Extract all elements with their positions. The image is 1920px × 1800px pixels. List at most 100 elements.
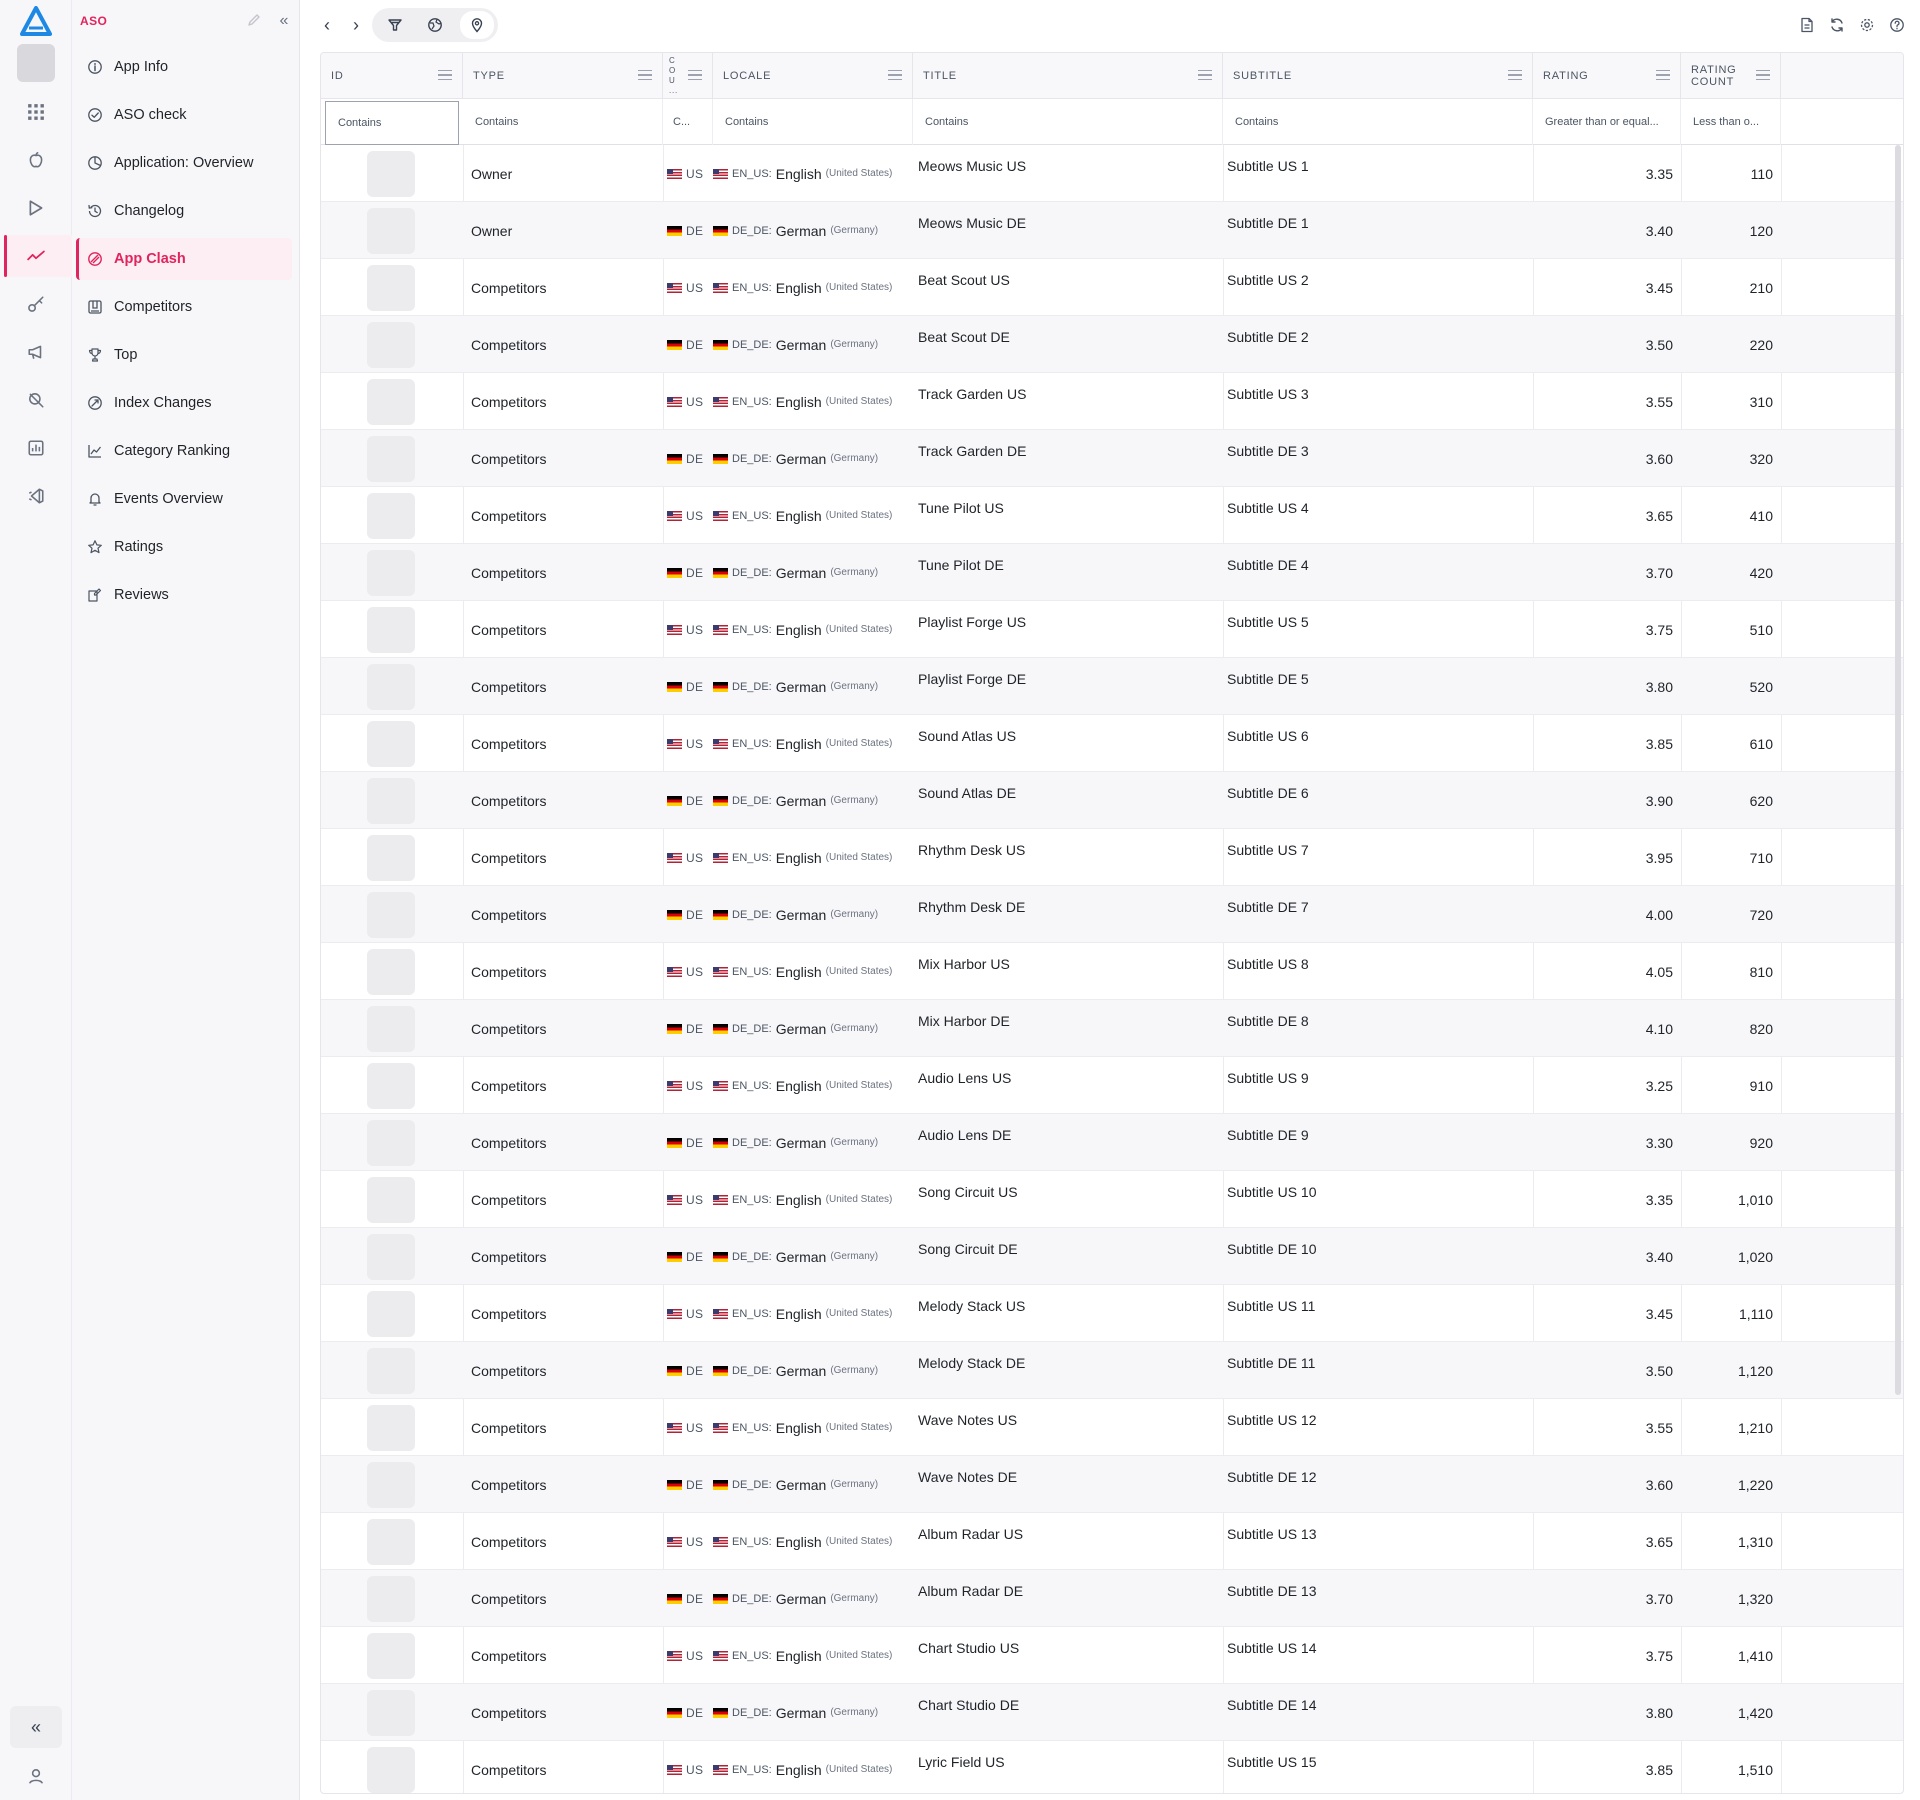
app-title: Chart Studio DE	[918, 1697, 1020, 1713]
vscode-icon[interactable]	[22, 482, 50, 510]
table-row[interactable]: Competitors DE DE_DE: German (Germany) Tra…	[321, 430, 1903, 487]
cell-locale: DE_DE: German (Germany)	[713, 1456, 923, 1513]
column-menu-icon[interactable]	[1656, 70, 1670, 80]
brand-logo-icon[interactable]	[20, 6, 52, 36]
table-row[interactable]: Competitors DE DE_DE: German (Germany) Cha…	[321, 1684, 1903, 1741]
filter-input-locale[interactable]: Contains	[713, 99, 913, 145]
nav-item-top[interactable]: Top	[76, 334, 292, 376]
cell-rating: 3.45	[1533, 259, 1681, 316]
table-row[interactable]: Competitors US EN_US: English (United Stat…	[321, 487, 1903, 544]
settings-button[interactable]	[1856, 14, 1878, 36]
search-analytics-icon[interactable]	[22, 386, 50, 414]
location-button[interactable]	[460, 11, 494, 39]
table-row[interactable]: Competitors DE DE_DE: German (Germany) Tun…	[321, 544, 1903, 601]
table-row[interactable]: Owner DE DE_DE: German (Germany) Meows Mus…	[321, 202, 1903, 259]
nav-item-category-ranking[interactable]: Category Ranking	[76, 430, 292, 472]
nav-item-changelog[interactable]: Changelog	[76, 190, 292, 232]
table-row[interactable]: Competitors DE DE_DE: German (Germany) Aud…	[321, 1114, 1903, 1171]
cell-id	[321, 145, 463, 202]
table-row[interactable]: Competitors US EN_US: English (United Stat…	[321, 1741, 1903, 1793]
table-row[interactable]: Owner US EN_US: English (United States) Me…	[321, 145, 1903, 202]
table-row[interactable]: Competitors US EN_US: English (United Stat…	[321, 1399, 1903, 1456]
column-menu-icon[interactable]	[638, 70, 652, 80]
table-row[interactable]: Competitors US EN_US: English (United Stat…	[321, 943, 1903, 1000]
table-row[interactable]: Competitors US EN_US: English (United Stat…	[321, 1627, 1903, 1684]
megaphone-icon[interactable]	[22, 338, 50, 366]
column-header-country[interactable]: C O U ...	[663, 53, 713, 99]
table-row[interactable]: Competitors DE DE_DE: German (Germany) Rhy…	[321, 886, 1903, 943]
filter-input-rating-count[interactable]: Less than o...	[1681, 99, 1781, 145]
column-header-title[interactable]: TITLE	[913, 53, 1223, 99]
export-button[interactable]	[1796, 14, 1818, 36]
table-row[interactable]: Competitors US EN_US: English (United Stat…	[321, 1513, 1903, 1570]
google-play-icon[interactable]	[22, 194, 50, 222]
nav-item-events-overview[interactable]: Events Overview	[76, 478, 292, 520]
nav-item-app-clash[interactable]: App Clash	[76, 238, 292, 280]
user-account-icon[interactable]	[22, 1762, 50, 1790]
cell-rating: 3.70	[1533, 1570, 1681, 1627]
table-row[interactable]: Competitors DE DE_DE: German (Germany) Mix…	[321, 1000, 1903, 1057]
table-row[interactable]: Competitors US EN_US: English (United Stat…	[321, 1171, 1903, 1228]
globe-button[interactable]	[422, 12, 448, 38]
flag-icon	[667, 567, 682, 578]
column-menu-icon[interactable]	[688, 70, 702, 80]
table-row[interactable]: Competitors US EN_US: English (United Stat…	[321, 715, 1903, 772]
collapse-rail-button[interactable]: «	[10, 1706, 62, 1748]
aso-trend-icon[interactable]	[22, 242, 50, 270]
table-row[interactable]: Competitors US EN_US: English (United Stat…	[321, 259, 1903, 316]
column-header-type[interactable]: TYPE	[463, 53, 663, 99]
table-row[interactable]: Competitors US EN_US: English (United Stat…	[321, 829, 1903, 886]
app-avatar[interactable]	[17, 44, 55, 82]
nav-item-app-info[interactable]: App Info	[76, 46, 292, 88]
back-button[interactable]: ‹	[314, 12, 340, 38]
nav-item-ratings[interactable]: Ratings	[76, 526, 292, 568]
table-row[interactable]: Competitors US EN_US: English (United Stat…	[321, 1285, 1903, 1342]
key-icon[interactable]	[22, 290, 50, 318]
filter-input-type[interactable]: Contains	[463, 99, 663, 145]
refresh-button[interactable]	[1826, 14, 1848, 36]
report-chart-icon[interactable]	[22, 434, 50, 462]
help-button[interactable]	[1886, 14, 1908, 36]
table-row[interactable]: Competitors DE DE_DE: German (Germany) Mel…	[321, 1342, 1903, 1399]
filter-button[interactable]	[382, 12, 408, 38]
nav-item-index-changes[interactable]: Index Changes	[76, 382, 292, 424]
filter-input-subtitle[interactable]: Contains	[1223, 99, 1533, 145]
nav-item-aso-check[interactable]: ASO check	[76, 94, 292, 136]
table-row[interactable]: Competitors DE DE_DE: German (Germany) Son…	[321, 1228, 1903, 1285]
column-header-id[interactable]: ID	[321, 53, 463, 99]
filter-input-country[interactable]: C...	[663, 99, 713, 145]
vertical-scrollbar[interactable]	[1895, 145, 1901, 1395]
collapse-nav-icon[interactable]: «	[274, 11, 294, 31]
filter-input-title[interactable]: Contains	[913, 99, 1223, 145]
table-row[interactable]: Competitors DE DE_DE: German (Germany) Wav…	[321, 1456, 1903, 1513]
apps-grid-icon[interactable]	[22, 98, 50, 126]
filter-input-rating[interactable]: Greater than or equal...	[1533, 99, 1681, 145]
table-row[interactable]: Competitors US EN_US: English (United Stat…	[321, 601, 1903, 658]
column-header-locale[interactable]: LOCALE	[713, 53, 913, 99]
table-row[interactable]: Competitors DE DE_DE: German (Germany) Sou…	[321, 772, 1903, 829]
filter-input-id[interactable]: Contains	[325, 101, 459, 145]
locale-language: English	[775, 849, 822, 866]
column-menu-icon[interactable]	[1508, 70, 1522, 80]
column-header-rating-count[interactable]: RATING COUNT	[1681, 53, 1781, 99]
cell-locale: EN_US: English (United States)	[713, 1627, 923, 1684]
column-header-subtitle[interactable]: SUBTITLE	[1223, 53, 1533, 99]
table-row[interactable]: Competitors US EN_US: English (United Stat…	[321, 373, 1903, 430]
column-menu-icon[interactable]	[1198, 70, 1212, 80]
column-menu-icon[interactable]	[438, 70, 452, 80]
apple-icon[interactable]	[22, 146, 50, 174]
column-menu-icon[interactable]	[1756, 70, 1770, 80]
table-row[interactable]: Competitors DE DE_DE: German (Germany) Pla…	[321, 658, 1903, 715]
pencil-icon[interactable]	[246, 12, 264, 30]
nav-item-competitors[interactable]: Competitors	[76, 286, 292, 328]
table-row[interactable]: Competitors DE DE_DE: German (Germany) Bea…	[321, 316, 1903, 373]
nav-item-reviews[interactable]: Reviews	[76, 574, 292, 616]
column-header-rating[interactable]: RATING	[1533, 53, 1681, 99]
rating-value: 3.55	[1645, 393, 1673, 410]
column-menu-icon[interactable]	[888, 70, 902, 80]
table-row[interactable]: Competitors DE DE_DE: German (Germany) Alb…	[321, 1570, 1903, 1627]
table-row[interactable]: Competitors US EN_US: English (United Stat…	[321, 1057, 1903, 1114]
cell-type: Competitors	[471, 943, 661, 1000]
forward-button[interactable]: ›	[343, 12, 369, 38]
nav-item-application-overview[interactable]: Application: Overview	[76, 142, 292, 184]
